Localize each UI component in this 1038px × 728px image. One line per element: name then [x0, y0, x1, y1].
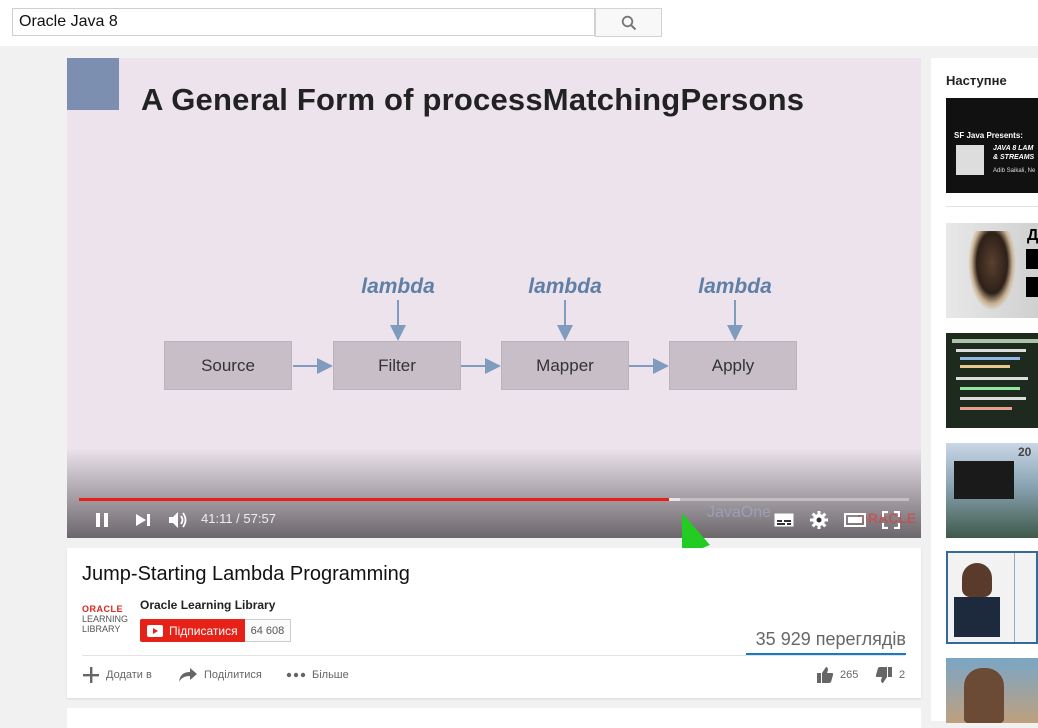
more-button[interactable]: Більше: [286, 666, 349, 684]
channel-logo[interactable]: ORACLE LEARNING LIBRARY: [82, 604, 132, 634]
related-video-thumb[interactable]: Д: [946, 223, 1038, 318]
video-info-card: Jump-Starting Lambda Programming ORACLE …: [67, 548, 921, 698]
fullscreen-button[interactable]: [880, 510, 902, 530]
flow-box-apply: Apply: [669, 341, 797, 390]
code-window: [954, 461, 1014, 499]
theater-mode-button[interactable]: [843, 510, 867, 530]
related-sidebar: Наступне SF Java Presents: JAVA 8 LAM & …: [931, 58, 1038, 723]
speaker-face: [964, 668, 1004, 723]
time-display: 41:11 / 57:57: [201, 511, 276, 526]
up-next-heading: Наступне: [946, 73, 1007, 88]
speaker-head: [962, 563, 992, 597]
search-input[interactable]: [12, 8, 595, 36]
pause-icon: [96, 513, 108, 527]
related-video-thumb[interactable]: [946, 333, 1038, 428]
volume-button[interactable]: [168, 510, 188, 530]
divider: [82, 655, 905, 656]
dislike-count: 2: [899, 669, 906, 681]
gear-icon: [810, 511, 828, 529]
skip-next-icon: [136, 514, 150, 526]
thumbs-down-icon: [875, 667, 892, 683]
add-to-button[interactable]: Додати в: [82, 666, 152, 684]
more-dots-icon: [286, 672, 306, 678]
flow-box-mapper: Mapper: [501, 341, 629, 390]
speaker-photo: [956, 145, 984, 175]
cat-image: [968, 231, 1016, 311]
subscribe-button[interactable]: Підписатися 64 608: [140, 619, 312, 642]
channel-name[interactable]: Oracle Learning Library: [140, 598, 275, 612]
plus-icon: [83, 667, 99, 683]
volume-icon: [169, 512, 187, 528]
speaker-body: [954, 597, 1000, 637]
related-video-thumb[interactable]: [946, 658, 1038, 723]
settings-button[interactable]: [808, 510, 830, 530]
progress-played: [79, 498, 669, 501]
comments-card: [67, 708, 921, 728]
video-title: Jump-Starting Lambda Programming: [82, 563, 410, 585]
view-count: 35 929 переглядів: [755, 629, 906, 649]
next-button[interactable]: [134, 510, 152, 530]
share-icon: [179, 668, 197, 682]
flow-box-source: Source: [164, 341, 292, 390]
like-button[interactable]: 265: [816, 666, 858, 684]
top-bar: [0, 0, 1038, 46]
search-icon: [621, 15, 636, 30]
related-video-thumb[interactable]: [946, 551, 1038, 644]
video-player[interactable]: A General Form of processMatchingPersons…: [67, 58, 921, 538]
subscriber-count: 64 608: [244, 619, 292, 642]
theater-mode-icon: [844, 513, 866, 527]
related-video-thumb[interactable]: SF Java Presents: JAVA 8 LAM & STREAMS A…: [946, 98, 1038, 193]
fullscreen-icon: [882, 511, 900, 529]
thumbs-up-icon: [817, 667, 834, 683]
subtitles-button[interactable]: [773, 510, 795, 530]
like-count: 265: [840, 669, 859, 681]
sidebar-separator: [946, 206, 1038, 207]
flow-box-filter: Filter: [333, 341, 461, 390]
progress-bar[interactable]: [79, 498, 909, 501]
share-button[interactable]: Поділитися: [178, 666, 262, 684]
related-video-thumb[interactable]: 20: [946, 443, 1038, 538]
pause-button[interactable]: [92, 510, 112, 530]
dislike-button[interactable]: 2: [875, 666, 905, 684]
search-button[interactable]: [595, 8, 662, 37]
youtube-play-icon: [147, 624, 163, 637]
subtitles-icon: [774, 513, 794, 527]
subscribe-label: Підписатися: [169, 623, 238, 638]
